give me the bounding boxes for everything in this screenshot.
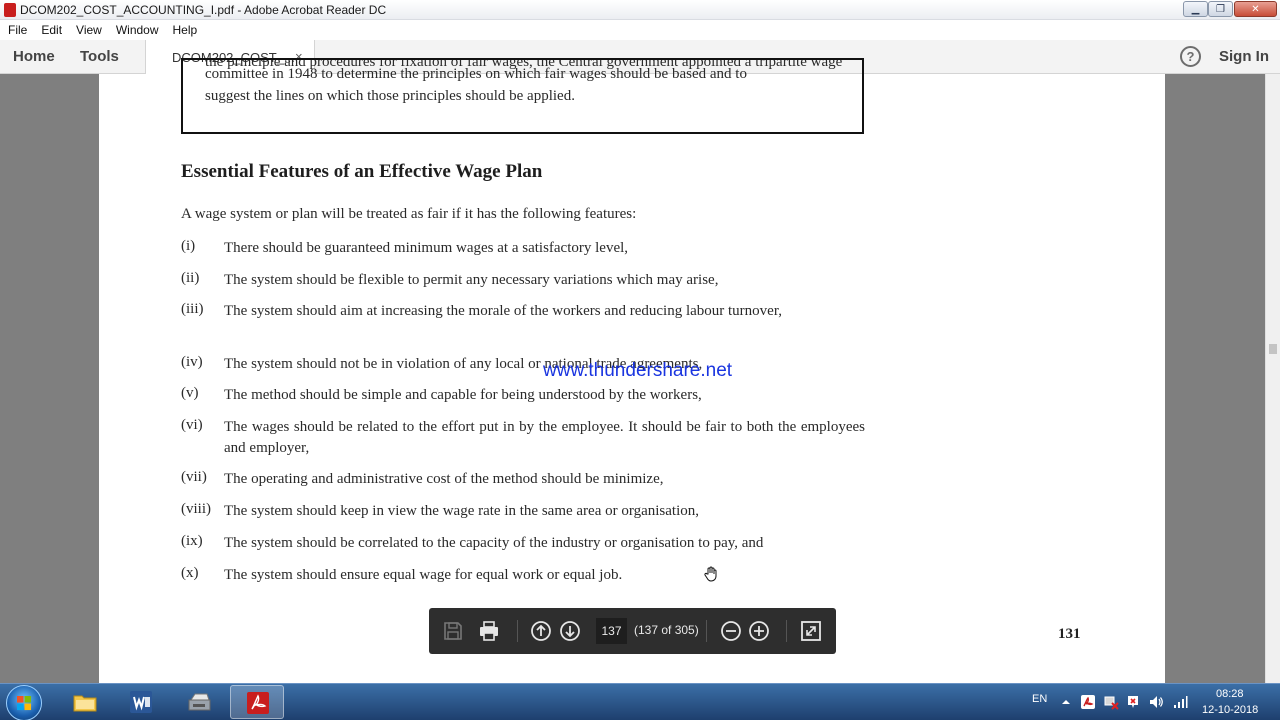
help-icon[interactable]: ? [1180,46,1201,67]
page-number: 131 [1058,626,1081,642]
menu-window[interactable]: Window [116,23,159,37]
list-item-text: The operating and administrative cost of… [224,471,664,487]
list-item-text: The method should be simple and capable … [224,387,702,403]
list-item-number: (ii) [181,270,200,286]
minimize-icon: ▁ [1191,3,1200,15]
save-icon[interactable] [441,619,465,643]
acrobat-app-icon [4,3,16,17]
word-icon [130,691,152,713]
sign-in-button[interactable]: Sign In [1219,48,1269,65]
box-text-line: committee in 1948 to determine the princ… [205,66,747,82]
maximize-button[interactable]: ❐ [1208,1,1233,17]
list-item-text: The system should be flexible to permit … [224,272,719,288]
signal-icon[interactable] [1172,694,1188,710]
list-item-text: The system should be correlated to the c… [224,535,764,551]
clock-time[interactable]: 08:28 [1216,688,1244,700]
section-heading: Essential Features of an Effective Wage … [181,161,543,182]
printer-icon [188,693,211,711]
list-item-text: The system should aim at increasing the … [224,303,782,319]
page-number-input[interactable] [596,618,627,644]
list-item-number: (viii) [181,501,211,517]
minimize-button[interactable]: ▁ [1183,1,1208,17]
list-item-number: (v) [181,385,199,401]
menu-help[interactable]: Help [173,23,198,37]
action-center-icon[interactable] [1125,694,1141,710]
list-item-number: (i) [181,238,196,254]
toolbar-divider [517,620,518,642]
window-title: DCOM202_COST_ACCOUNTING_I.pdf - Adobe Ac… [20,3,387,17]
box-text-line: suggest the lines on which those princip… [205,88,575,104]
list-item-number: (iii) [181,301,204,317]
network-error-icon[interactable] [1103,694,1119,710]
windows-logo-icon [17,696,32,711]
list-item-text: The system should ensure equal wage for … [224,567,623,583]
volume-icon[interactable] [1148,694,1164,710]
toolbar-divider [706,620,707,642]
list-item-text: There should be guaranteed minimum wages… [224,240,629,256]
fit-page-icon[interactable] [799,619,823,643]
list-item-number: (vii) [181,469,207,485]
list-item-text: The wages should be related to the effor… [224,419,865,456]
zoom-in-icon[interactable] [747,619,771,643]
title-bar: DCOM202_COST_ACCOUNTING_I.pdf - Adobe Ac… [0,0,1280,20]
tab-tools[interactable]: Tools [80,48,119,65]
clock-date[interactable]: 12-10-2018 [1202,704,1258,716]
previous-page-icon[interactable] [529,619,553,643]
start-button[interactable] [6,685,42,720]
tab-home[interactable]: Home [13,48,55,65]
zoom-out-icon[interactable] [719,619,743,643]
next-page-icon[interactable] [558,619,582,643]
hand-cursor-icon [704,566,717,582]
maximize-icon: ❐ [1216,3,1225,15]
toolbar-divider [786,620,787,642]
list-item-number: (vi) [181,417,203,433]
list-item-text: The system should keep in view the wage … [224,503,699,519]
list-item-number: (x) [181,565,199,581]
menu-bar: File Edit View Window Help [0,20,1280,40]
show-hidden-icons-icon[interactable] [1058,694,1074,710]
taskbar-acrobat[interactable] [230,685,284,719]
taskbar-explorer[interactable] [58,685,112,719]
scrollbar-thumb[interactable] [1269,344,1277,354]
vertical-scrollbar[interactable] [1265,74,1280,683]
page-count-label: (137 of 305) [634,623,699,637]
watermark-text: www.thundershare.net [543,360,733,381]
print-icon[interactable] [477,619,501,643]
page-toolbar [429,608,836,654]
close-window-button[interactable]: ✕ [1234,1,1277,17]
folder-icon [73,695,97,712]
taskbar-word[interactable] [114,685,168,719]
language-indicator[interactable]: EN [1032,693,1047,705]
acrobat-tray-icon[interactable] [1080,694,1096,710]
intro-paragraph: A wage system or plan will be treated as… [181,206,637,222]
taskbar-printer[interactable] [172,685,226,719]
list-item-number: (iv) [181,354,203,370]
acrobat-icon [247,692,269,714]
boxed-note: the principle and procedures for fixatio… [181,58,864,134]
menu-edit[interactable]: Edit [41,23,62,37]
menu-file[interactable]: File [8,23,27,37]
list-item-number: (ix) [181,533,203,549]
menu-view[interactable]: View [76,23,102,37]
close-icon: ✕ [1251,3,1260,15]
